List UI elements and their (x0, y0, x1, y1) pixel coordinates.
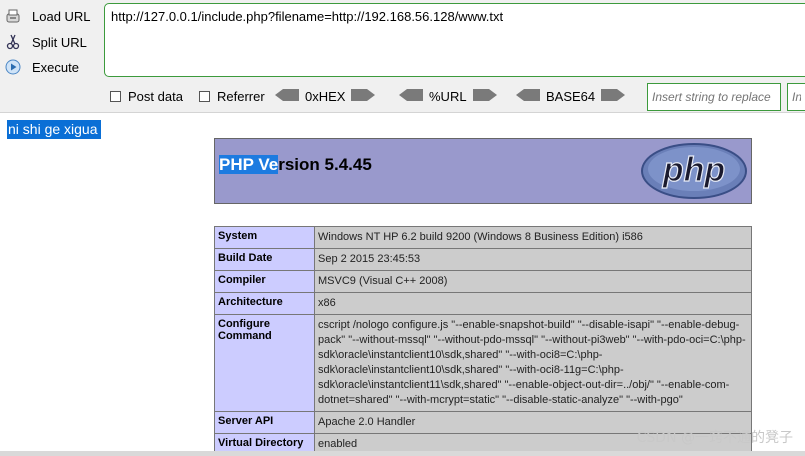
row-value: x86 (314, 292, 752, 315)
php-version-title: PHP Version 5.4.45 (219, 155, 372, 175)
post-data-toggle[interactable]: Post data (110, 86, 183, 106)
watermark: CSDN @一窍不通的凳子 (636, 430, 793, 446)
url-textarea[interactable]: http://127.0.0.1/include.php?filename=ht… (104, 3, 805, 77)
row-key: Server API (214, 411, 315, 434)
execute-button[interactable]: Execute (4, 56, 100, 78)
play-icon (4, 58, 22, 76)
row-key: Compiler (214, 270, 315, 293)
row-value: Sep 2 2015 23:45:53 (314, 248, 752, 271)
php-version-remaining-part: rsion 5.4.45 (278, 155, 372, 174)
row-key: Configure Command (214, 314, 315, 412)
included-output-text: ni shi ge xigua (7, 120, 101, 139)
load-url-icon (4, 7, 22, 25)
php-logo-text: php (662, 151, 725, 189)
url-enc-label: %URL (429, 88, 467, 104)
row-value: Windows NT HP 6.2 build 9200 (Windows 8 … (314, 226, 752, 249)
php-version-selected-part: PHP Ve (219, 155, 279, 174)
base64-encode-arrow-icon[interactable] (601, 88, 626, 104)
replacing-string-input[interactable] (787, 83, 805, 111)
split-url-label: Split URL (32, 34, 87, 50)
url-encoder: %URL (399, 86, 497, 106)
post-data-label: Post data (128, 88, 183, 104)
row-key: System (214, 226, 315, 249)
load-url-button[interactable]: Load URL (4, 5, 100, 27)
hex-encode-arrow-icon[interactable] (351, 88, 376, 104)
replace-string-input[interactable] (647, 83, 781, 111)
scissors-icon (4, 33, 22, 51)
post-data-checkbox[interactable] (110, 90, 121, 102)
table-row: Compiler MSVC9 (Visual C++ 2008) (214, 270, 752, 293)
referrer-label: Referrer (217, 88, 265, 104)
phpinfo-table: System Windows NT HP 6.2 build 9200 (Wind… (214, 226, 752, 456)
hex-label: 0xHEX (305, 88, 346, 104)
phpinfo-header: PHP Version 5.4.45 php (214, 138, 752, 204)
row-key: Build Date (214, 248, 315, 271)
php-logo: php (640, 141, 748, 201)
referrer-checkbox[interactable] (199, 90, 210, 102)
hex-decode-arrow-icon[interactable] (275, 88, 299, 104)
url-encode-arrow-icon[interactable] (472, 88, 497, 104)
load-url-label: Load URL (32, 8, 91, 24)
execute-label: Execute (32, 59, 79, 75)
base64-decode-arrow-icon[interactable] (516, 88, 540, 104)
split-url-button[interactable]: Split URL (4, 31, 100, 53)
row-key: Architecture (214, 292, 315, 315)
referrer-toggle[interactable]: Referrer (199, 86, 265, 106)
horizontal-scrollbar[interactable] (0, 451, 805, 456)
hackbar-toolbar: Load URL Split URL Execute http://127.0.… (0, 0, 805, 113)
hex-encoder: 0xHEX (275, 86, 376, 106)
table-row: System Windows NT HP 6.2 build 9200 (Wind… (214, 226, 752, 249)
base64-label: BASE64 (546, 88, 596, 104)
table-row: Architecture x86 (214, 292, 752, 315)
row-value: cscript /nologo configure.js "--enable-s… (314, 314, 752, 412)
row-value: MSVC9 (Visual C++ 2008) (314, 270, 752, 293)
url-decode-arrow-icon[interactable] (399, 88, 423, 104)
table-row: Configure Command cscript /nologo configu… (214, 314, 752, 412)
base64-encoder: BASE64 (516, 86, 626, 106)
table-row: Build Date Sep 2 2015 23:45:53 (214, 248, 752, 271)
